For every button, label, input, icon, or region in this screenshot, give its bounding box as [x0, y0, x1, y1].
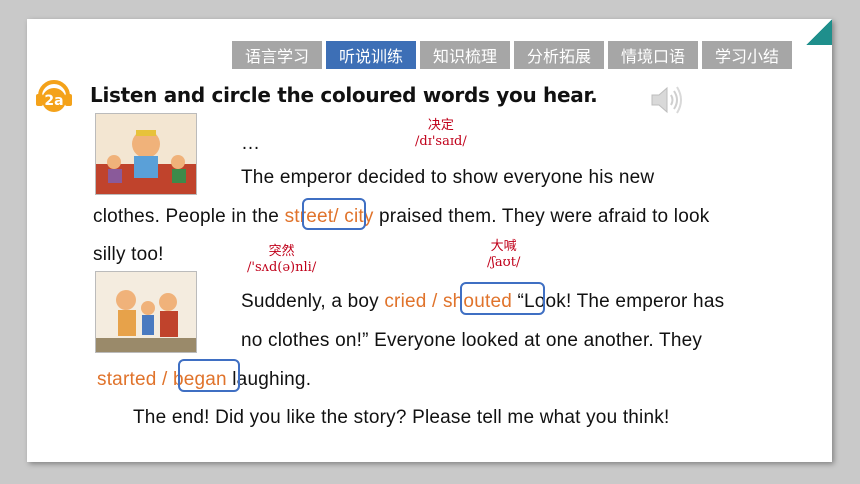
- option-slash: /: [426, 291, 443, 312]
- slide: 语言学习 听说训练 知识梳理 分析拓展 情境口语 学习小结 2a Listen …: [27, 19, 832, 462]
- story-ellipsis: …: [241, 133, 261, 154]
- story-line-4-text-a: Suddenly, a boy: [241, 291, 385, 312]
- instruction-heading: Listen and circle the coloured words you…: [90, 83, 598, 107]
- option-slash: /: [156, 369, 173, 390]
- badge-label: 2a: [44, 93, 63, 109]
- corner-decoration: [806, 19, 832, 45]
- tab-bar: 语言学习 听说训练 知识梳理 分析拓展 情境口语 学习小结: [232, 41, 792, 69]
- story-line-2-text-a: clothes. People in the: [93, 206, 285, 227]
- headphone-badge-icon: 2a: [36, 80, 72, 112]
- tab-summary[interactable]: 学习小结: [702, 41, 792, 69]
- gloss-suddenly: 突然 /'sʌd(ə)nli/: [247, 244, 316, 276]
- story-line-7: The end! Did you like the story? Please …: [133, 407, 670, 428]
- answer-circle-street: [302, 198, 366, 230]
- tab-analysis-extension[interactable]: 分析拓展: [514, 41, 604, 69]
- gloss-decided-cn: 决定: [427, 118, 454, 133]
- tab-knowledge-review[interactable]: 知识梳理: [420, 41, 510, 69]
- tab-language-learning[interactable]: 语言学习: [232, 41, 322, 69]
- answer-circle-shouted: [460, 282, 545, 315]
- story-line-3: silly too!: [93, 244, 164, 265]
- story-line-2-text-b: praised them. They were afraid to look: [373, 206, 710, 227]
- answer-circle-began: [178, 359, 240, 392]
- gloss-decided-phonetic: /dɪ'saɪd/: [415, 134, 467, 149]
- tab-situational-speaking[interactable]: 情境口语: [608, 41, 698, 69]
- gloss-suddenly-phonetic: /'sʌd(ə)nli/: [247, 260, 317, 275]
- gloss-suddenly-cn: 突然: [268, 244, 295, 259]
- gloss-decided: 决定 /dɪ'saɪd/: [415, 118, 467, 150]
- crowd-illustration: [95, 271, 197, 353]
- emperor-illustration: [95, 113, 197, 195]
- option-started[interactable]: started: [97, 369, 157, 390]
- gloss-shouted-cn: 大喊: [490, 239, 517, 254]
- speaker-icon[interactable]: [650, 85, 684, 115]
- story-line-2: clothes. People in the street/ city prai…: [93, 206, 709, 228]
- story-line-5: no clothes on!” Everyone looked at one a…: [241, 330, 703, 351]
- gloss-shouted-phonetic: /ʃaʊt/: [487, 255, 521, 270]
- story-line-1: The emperor decided to show everyone his…: [241, 167, 655, 188]
- tab-listening-speaking[interactable]: 听说训练: [326, 41, 416, 69]
- option-cried[interactable]: cried: [384, 291, 426, 312]
- gloss-shouted: 大喊 /ʃaʊt/: [487, 239, 520, 271]
